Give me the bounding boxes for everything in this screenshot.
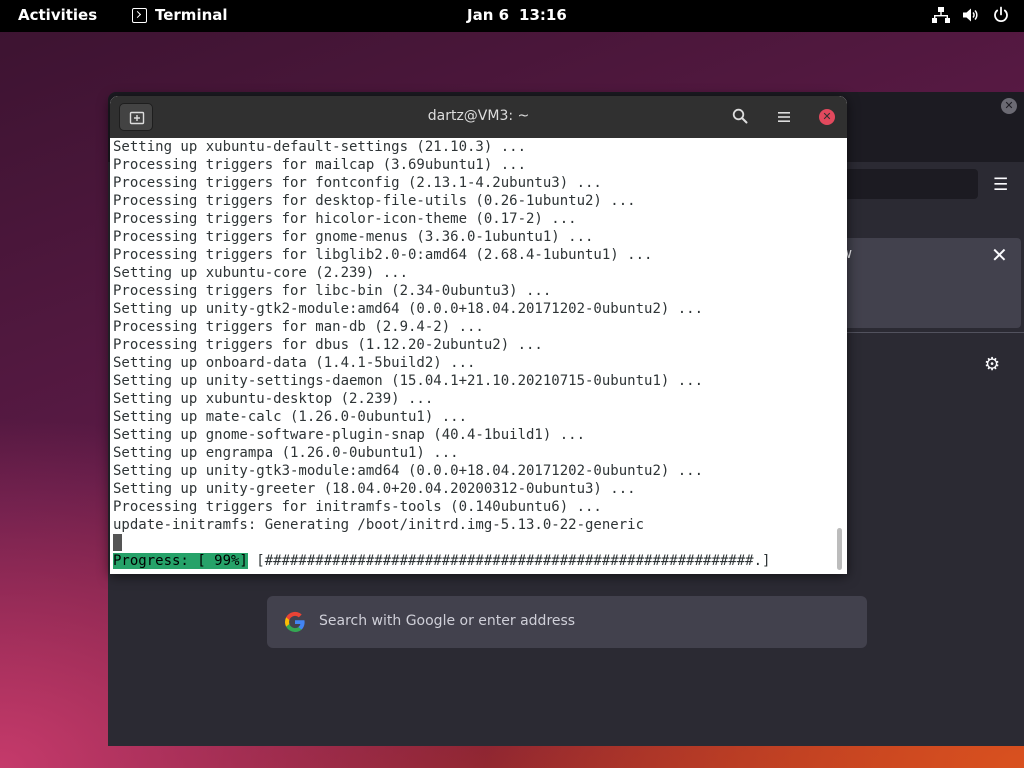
terminal-line: Setting up xubuntu-default-settings (21.…: [113, 139, 527, 155]
terminal-line: Setting up onboard-data (1.4.1-5build2) …: [113, 355, 476, 371]
progress-line: Progress: [ 99%] [######################…: [113, 552, 847, 570]
top-bar: Activities Terminal Jan 6 13:16: [0, 0, 1024, 32]
terminal-line: Processing triggers for libc-bin (2.34-0…: [113, 283, 552, 299]
volume-icon[interactable]: [962, 6, 980, 24]
terminal-window[interactable]: dartz@VM3: ~ ✕ Setting up xubuntu-defaul…: [110, 96, 847, 574]
browser-menu-icon[interactable]: ☰: [993, 175, 1008, 195]
terminal-line: Setting up gnome-software-plugin-snap (4…: [113, 427, 586, 443]
divider: [828, 332, 1024, 333]
system-tray[interactable]: [932, 6, 1010, 24]
terminal-lines: Setting up xubuntu-default-settings (21.…: [113, 138, 847, 534]
terminal-line: Setting up unity-settings-daemon (15.04.…: [113, 373, 704, 389]
notification-close-icon[interactable]: ✕: [991, 243, 1008, 267]
browser-url-bar[interactable]: [828, 169, 978, 199]
search-icon[interactable]: [732, 108, 748, 128]
terminal-line: Processing triggers for desktop-file-uti…: [113, 193, 636, 209]
terminal-line: Setting up xubuntu-desktop (2.239) ...: [113, 391, 434, 407]
terminal-line: Setting up unity-gtk2-module:amd64 (0.0.…: [113, 301, 704, 317]
terminal-line: Processing triggers for hicolor-icon-the…: [113, 211, 577, 227]
app-menu-label: Terminal: [155, 6, 228, 24]
terminal-line: Processing triggers for initramfs-tools …: [113, 499, 602, 515]
browser-close-button[interactable]: ✕: [1001, 98, 1017, 114]
scrollbar[interactable]: [837, 528, 842, 570]
terminal-line: Processing triggers for fontconfig (2.13…: [113, 175, 602, 191]
search-placeholder: Search with Google or enter address: [319, 613, 576, 629]
terminal-icon: [132, 7, 147, 23]
activities-button[interactable]: Activities: [18, 6, 97, 24]
terminal-line: Processing triggers for libglib2.0-0:amd…: [113, 247, 653, 263]
terminal-line: Setting up xubuntu-core (2.239) ...: [113, 265, 409, 281]
terminal-line: Setting up engrampa (1.26.0-0ubuntu1) ..…: [113, 445, 459, 461]
terminal-line: Processing triggers for man-db (2.9.4-2)…: [113, 319, 484, 335]
google-icon: [283, 610, 307, 638]
terminal-line: Setting up unity-gtk3-module:amd64 (0.0.…: [113, 463, 704, 479]
clock-date: Jan 6: [467, 6, 510, 24]
terminal-header-bar[interactable]: dartz@VM3: ~ ✕: [110, 96, 847, 138]
progress-bar-text: [#######################################…: [247, 553, 771, 569]
text-cursor: [113, 534, 122, 551]
clock-time: 13:16: [519, 6, 567, 24]
cursor-line: [113, 534, 847, 552]
hamburger-menu-icon[interactable]: [777, 109, 791, 128]
terminal-line: Setting up mate-calc (1.26.0-0ubuntu1) .…: [113, 409, 468, 425]
terminal-line: Processing triggers for mailcap (3.69ubu…: [113, 157, 527, 173]
progress-label: Progress: [ 99%]: [113, 553, 248, 569]
terminal-line: update-initramfs: Generating /boot/initr…: [113, 517, 645, 533]
app-menu[interactable]: Terminal: [132, 6, 228, 24]
gear-icon[interactable]: ⚙: [984, 354, 1000, 375]
network-wired-icon[interactable]: [932, 6, 950, 24]
close-icon[interactable]: ✕: [819, 109, 835, 125]
power-icon[interactable]: [992, 6, 1010, 24]
terminal-output[interactable]: Setting up xubuntu-default-settings (21.…: [110, 138, 847, 574]
search-input[interactable]: Search with Google or enter address: [267, 596, 867, 648]
terminal-line: Setting up unity-greeter (18.04.0+20.04.…: [113, 481, 636, 497]
terminal-line: Processing triggers for dbus (1.12.20-2u…: [113, 337, 543, 353]
terminal-line: Processing triggers for gnome-menus (3.3…: [113, 229, 594, 245]
clock[interactable]: Jan 6 13:16: [467, 6, 567, 24]
